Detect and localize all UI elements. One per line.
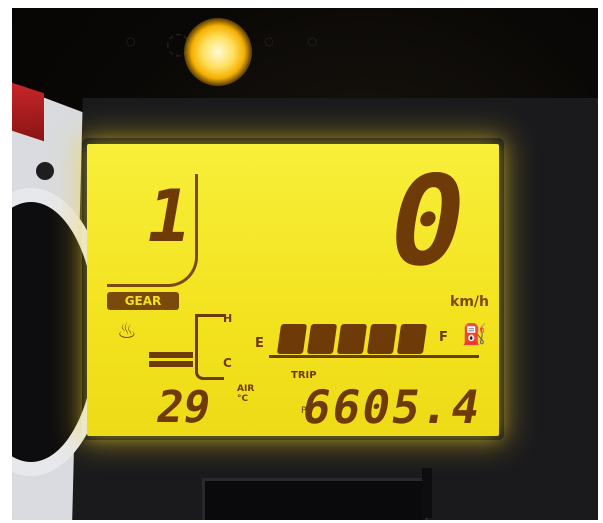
fuel-segment: [336, 324, 368, 354]
coolant-low-label: C: [223, 356, 232, 370]
screw-icon: [36, 162, 54, 180]
lower-slot: [422, 468, 432, 518]
fuel-baseline: [269, 355, 479, 358]
fuel-segment: [276, 324, 308, 354]
fuel-pump-icon: ⛽: [462, 322, 487, 346]
air-label-line1: AIR: [237, 384, 255, 394]
speed-unit: km/h: [450, 294, 489, 310]
redline-marker: [12, 82, 44, 142]
fuel-segment: [306, 324, 338, 354]
air-label-line2: °C: [237, 394, 249, 404]
fuel-empty-label: E: [255, 336, 264, 351]
air-temp-readout: 29: [152, 382, 215, 433]
fuel-full-label: F: [439, 330, 448, 345]
lower-bracket: [202, 478, 428, 520]
fuel-segment: [366, 324, 398, 354]
coolant-temp-icon: ♨: [117, 319, 137, 344]
speed-readout: 0: [377, 150, 478, 294]
lcd-display: 1 GEAR 0 km/h ♨ H C E F ⛽ TRIP 29 AIR °C…: [87, 144, 499, 436]
dashboard-photo: ◦ ◌ ◦ ◦ ◦ 1 GEAR 0 km/h ♨ H C E F ⛽ TRIP…: [12, 8, 598, 520]
air-temp-label: AIR °C: [237, 384, 254, 404]
coolant-scale: [195, 314, 224, 380]
gear-label: GEAR: [107, 292, 179, 310]
indicator-strip: ◦ ◌ ◦ ◦ ◦: [122, 26, 330, 61]
trip-readout: 6605.4: [298, 380, 486, 434]
coolant-high-label: H: [223, 312, 233, 325]
indicator-lamp-icon: [184, 18, 252, 86]
fuel-segment: [396, 324, 428, 354]
coolant-level-bars: [149, 352, 193, 370]
